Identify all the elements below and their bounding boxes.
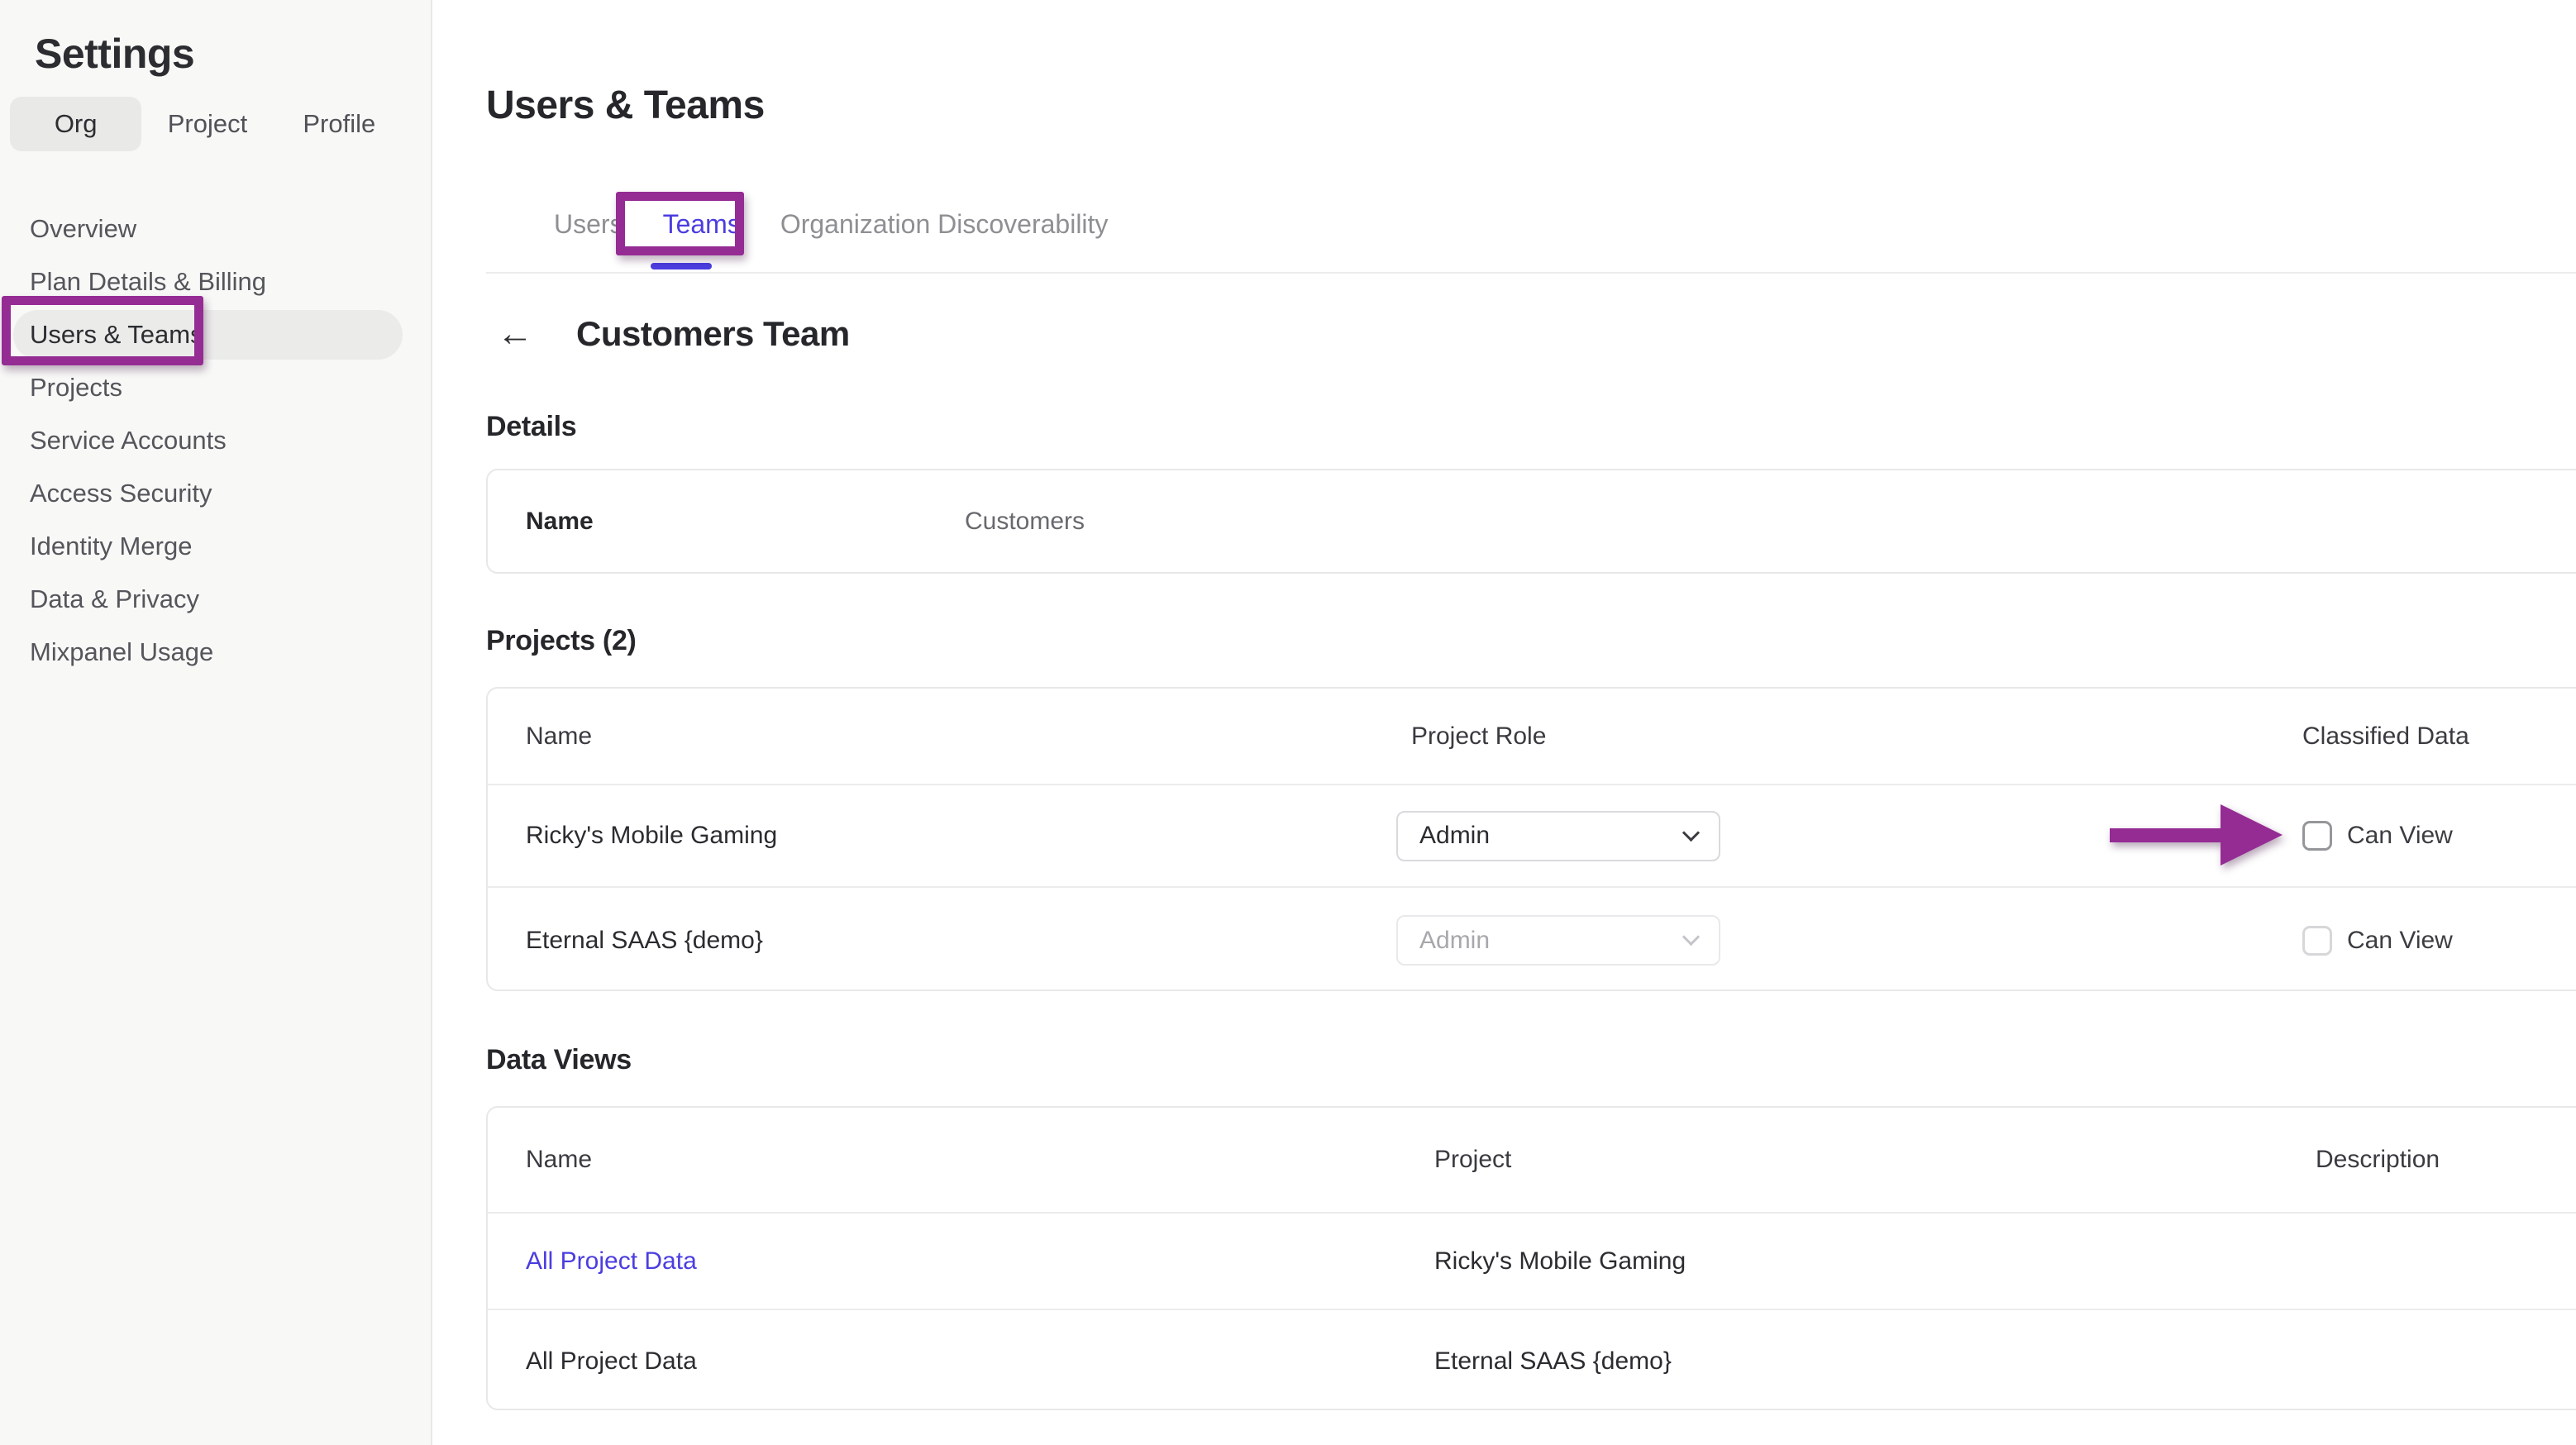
data-view-project: Eternal SAAS {demo} bbox=[1434, 1347, 2316, 1376]
tabs-divider bbox=[486, 272, 2576, 274]
table-row: All Project Data Eternal SAAS {demo} bbox=[488, 1310, 2576, 1412]
chevron-down-icon bbox=[1682, 928, 1700, 946]
column-header-project-role: Project Role bbox=[1396, 722, 2302, 751]
scope-tabs: Org Project Profile bbox=[10, 97, 405, 151]
team-title: Customers Team bbox=[576, 314, 850, 354]
scope-tab-profile[interactable]: Profile bbox=[274, 97, 405, 151]
details-card: Name Customers bbox=[486, 469, 2576, 574]
page-title: Users & Teams bbox=[486, 83, 765, 128]
data-view-project: Ricky's Mobile Gaming bbox=[1434, 1247, 2316, 1276]
sidebar-item-overview[interactable]: Overview bbox=[0, 203, 431, 255]
sidebar-item-mixpanel-usage[interactable]: Mixpanel Usage bbox=[0, 626, 431, 679]
table-row: Ricky's Mobile Gaming Admin Can View bbox=[488, 785, 2576, 888]
project-role-dropdown[interactable]: Admin bbox=[1396, 811, 1720, 861]
data-views-table: Name Project Description All Project Dat… bbox=[486, 1106, 2576, 1410]
data-views-heading: Data Views bbox=[486, 1044, 632, 1076]
tab-teams[interactable]: Teams bbox=[663, 209, 741, 240]
main-tabs: Users Teams Organization Discoverability bbox=[554, 203, 1108, 245]
sidebar-title: Settings bbox=[35, 30, 194, 78]
data-view-name: All Project Data bbox=[488, 1347, 1434, 1376]
table-row: All Project Data Ricky's Mobile Gaming bbox=[488, 1214, 2576, 1310]
sidebar-item-data-privacy[interactable]: Data & Privacy bbox=[0, 573, 431, 626]
tab-organization-discoverability[interactable]: Organization Discoverability bbox=[780, 209, 1109, 240]
sidebar-item-users-teams[interactable]: Users & Teams bbox=[0, 308, 431, 361]
settings-page: Settings Org Project Profile Overview Pl… bbox=[0, 0, 2576, 1445]
table-row: Eternal SAAS {demo} Admin Can View bbox=[488, 888, 2576, 993]
project-role-dropdown-disabled: Admin bbox=[1396, 915, 1720, 966]
project-role-value: Admin bbox=[1419, 927, 1490, 955]
sidebar-item-projects[interactable]: Projects bbox=[0, 361, 431, 414]
details-heading: Details bbox=[486, 411, 576, 443]
active-tab-indicator bbox=[651, 263, 712, 269]
can-view-checkbox[interactable] bbox=[2302, 821, 2332, 851]
sidebar-menu: Overview Plan Details & Billing Users & … bbox=[0, 203, 431, 679]
settings-sidebar: Settings Org Project Profile Overview Pl… bbox=[0, 0, 432, 1445]
project-name: Eternal SAAS {demo} bbox=[488, 927, 1396, 955]
chevron-down-icon bbox=[1682, 823, 1700, 841]
sidebar-item-access-security[interactable]: Access Security bbox=[0, 467, 431, 520]
project-role-value: Admin bbox=[1419, 822, 1490, 850]
can-view-label: Can View bbox=[2347, 822, 2453, 850]
tab-users[interactable]: Users bbox=[554, 209, 623, 240]
main-content: Users & Teams Users Teams Organization D… bbox=[432, 0, 2576, 1445]
data-views-table-header: Name Project Description bbox=[488, 1108, 2576, 1214]
column-header-classified-data: Classified Data bbox=[2302, 722, 2576, 751]
details-name-value: Customers bbox=[965, 508, 1085, 536]
projects-table-header: Name Project Role Classified Data bbox=[488, 689, 2576, 785]
data-view-name-link[interactable]: All Project Data bbox=[488, 1247, 1434, 1276]
projects-heading: Projects (2) bbox=[486, 625, 637, 657]
column-header-description: Description bbox=[2316, 1146, 2576, 1174]
sidebar-item-identity-merge[interactable]: Identity Merge bbox=[0, 520, 431, 573]
column-header-name: Name bbox=[488, 722, 1396, 751]
can-view-checkbox[interactable] bbox=[2302, 926, 2332, 956]
back-arrow-icon[interactable]: ← bbox=[497, 316, 533, 352]
scope-tab-org[interactable]: Org bbox=[10, 97, 141, 151]
can-view-label: Can View bbox=[2347, 927, 2453, 955]
scope-tab-project[interactable]: Project bbox=[141, 97, 273, 151]
details-name-label: Name bbox=[526, 508, 965, 536]
sidebar-item-plan-details-billing[interactable]: Plan Details & Billing bbox=[0, 255, 431, 308]
team-header: ← Customers Team bbox=[497, 314, 850, 354]
project-name: Ricky's Mobile Gaming bbox=[488, 822, 1396, 850]
column-header-name: Name bbox=[488, 1146, 1434, 1174]
column-header-project: Project bbox=[1434, 1146, 2316, 1174]
sidebar-item-service-accounts[interactable]: Service Accounts bbox=[0, 414, 431, 467]
projects-table: Name Project Role Classified Data Ricky'… bbox=[486, 687, 2576, 991]
